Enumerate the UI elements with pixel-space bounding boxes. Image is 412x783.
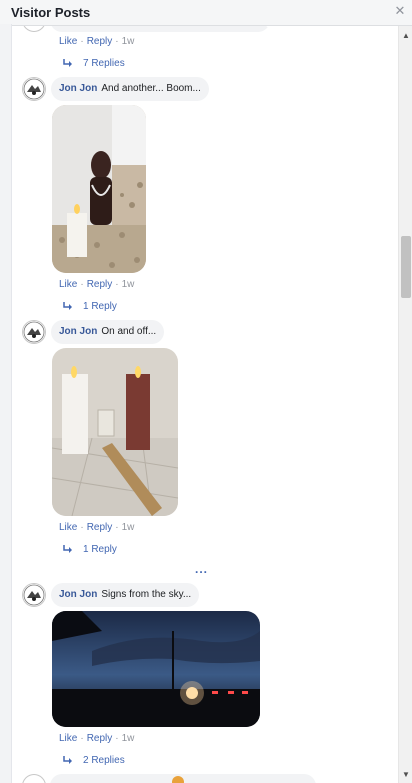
comment-text: Signs from the sky... [101, 589, 192, 600]
more-comments-link[interactable]: ... [195, 562, 208, 576]
like-link[interactable]: Like [59, 522, 77, 533]
reaction-love-icon[interactable] [264, 26, 278, 28]
comment-author[interactable]: Jon Jon [59, 326, 97, 337]
scroll-down-arrow-icon[interactable]: ▼ [402, 771, 410, 779]
reply-link[interactable]: Reply [87, 522, 113, 533]
emoji-icon [172, 776, 184, 783]
comments-list: Like · Reply · 1w 7 Replies Jon Jon And anoth… [12, 26, 398, 783]
panel-header: Visitor Posts ✕ [0, 0, 412, 26]
avatar[interactable] [22, 26, 46, 32]
view-replies-link[interactable]: 2 Replies [63, 755, 125, 766]
view-replies-link[interactable]: 1 Reply [63, 544, 117, 555]
dusk-sky-photo [52, 611, 260, 727]
avatar[interactable] [22, 320, 46, 344]
comment-text: On and off... [101, 326, 157, 337]
scrollbar[interactable]: ▲ ▼ [398, 26, 412, 783]
scroll-up-arrow-icon[interactable]: ▲ [402, 32, 410, 40]
avatar-logo-icon [23, 78, 45, 100]
comment-author[interactable]: Jon Jon [59, 589, 97, 600]
comment-photo[interactable] [52, 105, 146, 273]
comment-text: And another... Boom... [101, 83, 201, 94]
timestamp[interactable]: 1w [122, 733, 135, 744]
like-link[interactable]: Like [59, 733, 77, 744]
comment-bubble: Jon Jon And another... Boom... [51, 77, 209, 101]
replies-count[interactable]: 7 Replies [83, 58, 125, 69]
reply-link[interactable]: Reply [87, 36, 113, 47]
comment-bubble-partial [50, 774, 316, 783]
view-replies-link[interactable]: 7 Replies [63, 58, 125, 69]
comment-bubble: Jon Jon On and off... [51, 320, 165, 344]
like-link[interactable]: Like [59, 36, 77, 47]
reply-link[interactable]: Reply [87, 733, 113, 744]
comment-photo[interactable] [52, 348, 178, 516]
replies-count[interactable]: 1 Reply [83, 301, 117, 312]
avatar-logo-icon [23, 584, 45, 606]
reply-arrow-icon [63, 302, 72, 311]
comment-bubble: Jon Jon Signs from the sky... [51, 583, 200, 607]
reply-arrow-icon [63, 59, 72, 68]
timestamp[interactable]: 1w [122, 279, 135, 290]
close-icon[interactable]: ✕ [394, 4, 406, 17]
avatar[interactable] [22, 774, 46, 783]
left-edge-divider [0, 24, 12, 783]
panel-title: Visitor Posts [11, 5, 91, 20]
reply-arrow-icon [63, 756, 72, 765]
statue-candle-photo [52, 105, 146, 273]
reply-arrow-icon [63, 545, 72, 554]
avatar[interactable] [22, 77, 46, 101]
scrollbar-thumb[interactable] [401, 236, 411, 298]
replies-count[interactable]: 2 Replies [83, 755, 125, 766]
view-replies-link[interactable]: 1 Reply [63, 301, 117, 312]
like-link[interactable]: Like [59, 279, 77, 290]
avatar-logo-icon [23, 321, 45, 343]
replies-count[interactable]: 1 Reply [83, 544, 117, 555]
comment-actions: Like · Reply · 1w [59, 733, 135, 744]
comment-bubble-partial [50, 26, 278, 32]
visitor-posts-panel: Visitor Posts ✕ Like · Reply · 1w 7 Replies … [0, 0, 412, 783]
comment-author[interactable]: Jon Jon [59, 83, 97, 94]
reply-link[interactable]: Reply [87, 279, 113, 290]
avatar[interactable] [22, 583, 46, 607]
comment-actions: Like · Reply · 1w [59, 522, 135, 533]
comment-photo[interactable] [52, 611, 260, 727]
timestamp[interactable]: 1w [122, 36, 135, 47]
candles-photo [52, 348, 178, 516]
comment-actions: Like · Reply · 1w [59, 279, 135, 290]
timestamp[interactable]: 1w [122, 522, 135, 533]
comment-actions: Like · Reply · 1w [59, 36, 135, 47]
